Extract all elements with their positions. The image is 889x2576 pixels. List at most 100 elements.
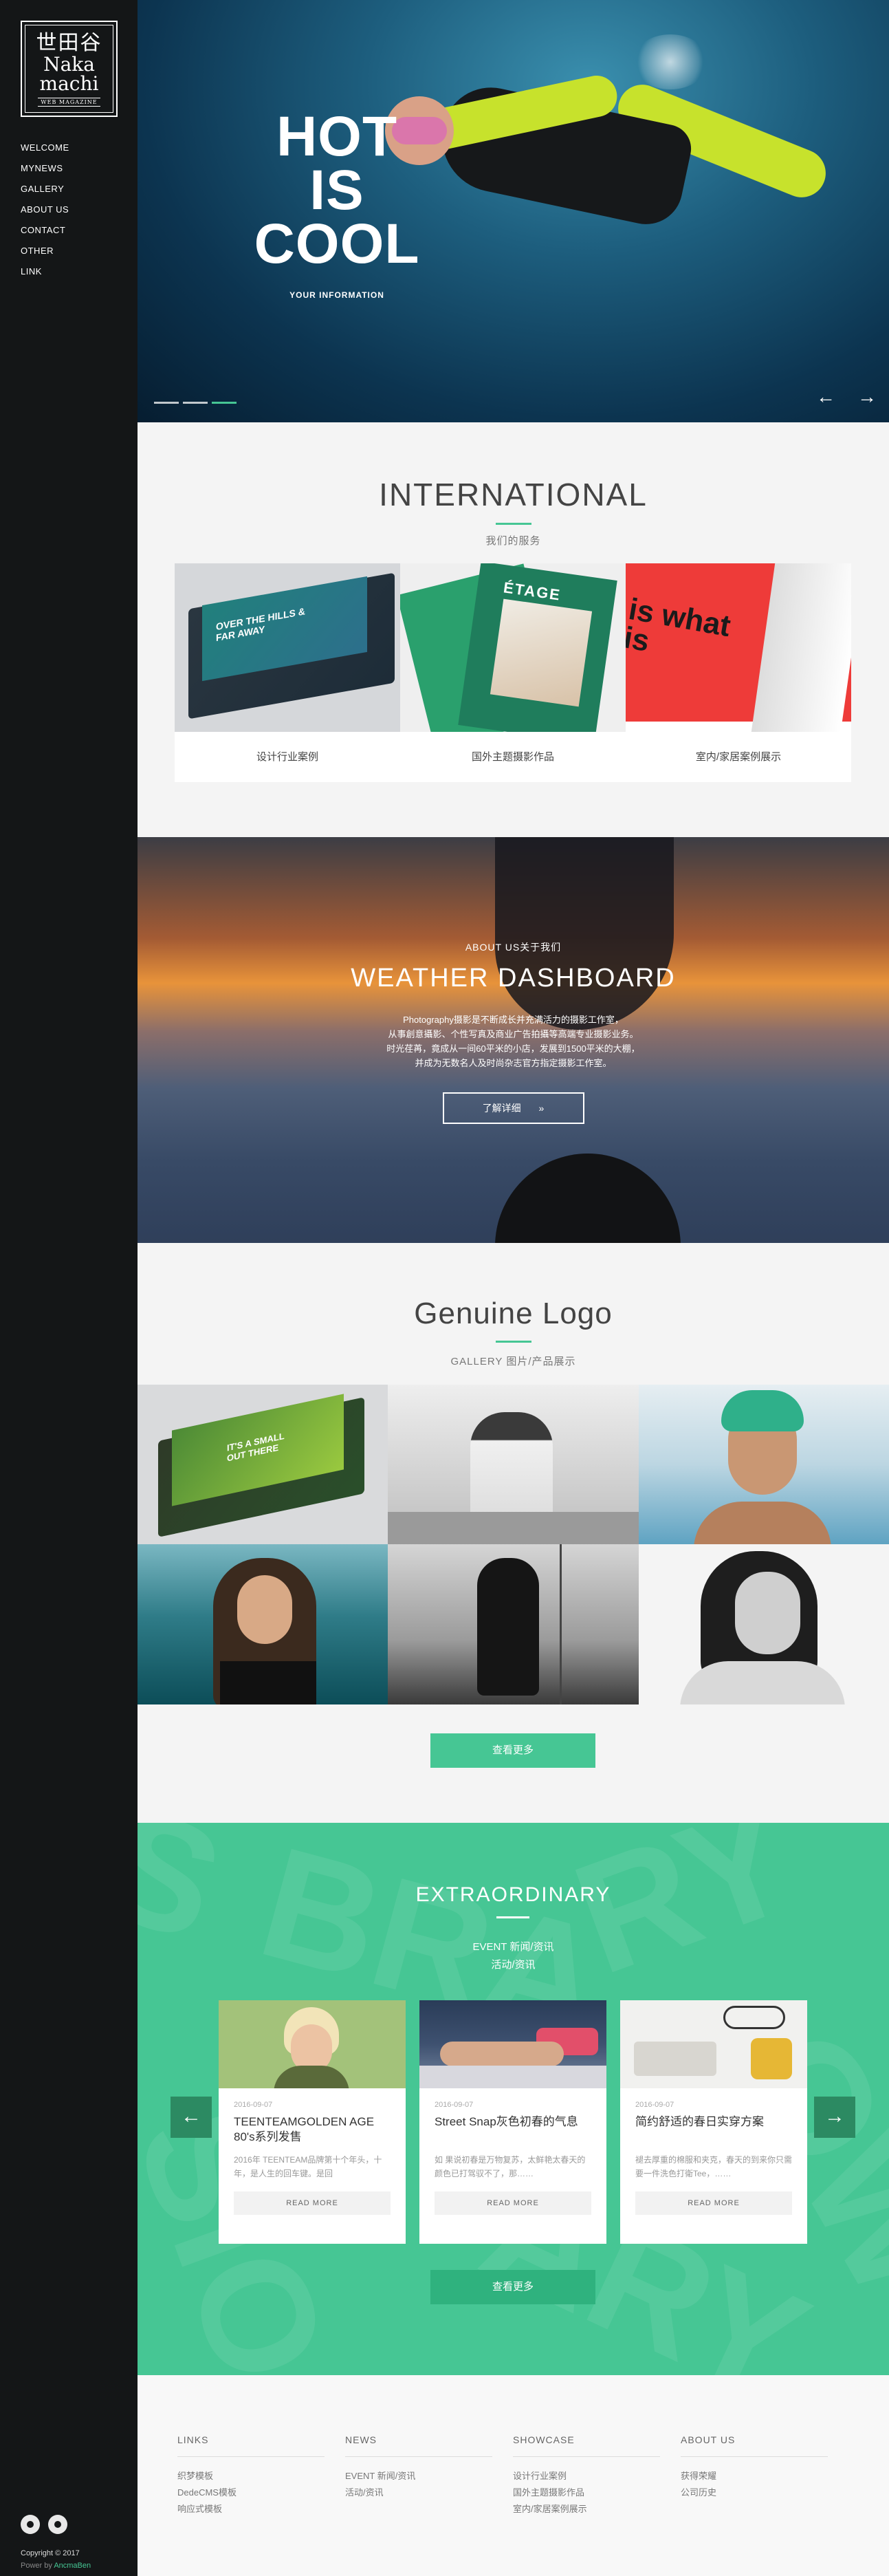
sea-woman-face bbox=[237, 1575, 292, 1644]
events-view-more-button[interactable]: 查看更多 bbox=[430, 2270, 595, 2304]
hero-pagination bbox=[154, 402, 237, 404]
footer-link[interactable]: 公司历史 bbox=[681, 2485, 828, 2501]
event-card-image bbox=[419, 2000, 606, 2088]
about-desc-line: Photography摄影是不断成长并充满活力的摄影工作室， bbox=[403, 1015, 624, 1025]
sea-woman-dress bbox=[220, 1661, 316, 1704]
reclining-figure bbox=[440, 2042, 564, 2066]
hero-dot-1[interactable] bbox=[154, 402, 179, 404]
nav-item-other[interactable]: OTHER bbox=[21, 243, 69, 264]
footer-link[interactable]: 活动/资讯 bbox=[345, 2485, 492, 2501]
hero-subtitle: YOUR INFORMATION bbox=[289, 290, 384, 300]
gallery-item[interactable] bbox=[138, 1544, 388, 1704]
events-subtitle-line2: 活动/资讯 bbox=[491, 1959, 536, 1971]
read-more-button[interactable]: READ MORE bbox=[234, 2191, 391, 2215]
service-card-label: 国外主题摄影作品 bbox=[471, 751, 554, 763]
bw-floor bbox=[388, 1512, 639, 1544]
event-excerpt: 褪去厚重的棉服和夹克，春天的到来你只需要一件洗色打衛Tee，…… bbox=[635, 2155, 792, 2178]
nav-item-about-us[interactable]: ABOUT US bbox=[21, 202, 69, 223]
double-chevron-right-icon: » bbox=[538, 1103, 545, 1114]
hero-title-line3: COOL bbox=[254, 213, 420, 275]
events-next-arrow-icon[interactable]: → bbox=[814, 2097, 855, 2138]
main-nav: WELCOME MYNEWS GALLERY ABOUT US CONTACT … bbox=[21, 140, 69, 285]
service-card[interactable]: is what is 室内/家居案例展示 bbox=[626, 563, 851, 782]
hero-next-arrow-icon[interactable]: → bbox=[857, 387, 877, 407]
about-kicker: ABOUT US关于我们 bbox=[465, 942, 562, 953]
sidebar-footer: Copyright © 2017 Power by AncmaBen bbox=[21, 2515, 91, 2572]
hero-dot-2[interactable] bbox=[183, 402, 208, 404]
room-sofa bbox=[634, 2042, 716, 2076]
gallery-grid: IT'S A SMALL OUT THERE bbox=[138, 1385, 889, 1704]
event-date: 2016-09-07 bbox=[234, 2101, 273, 2109]
hero-title-line2: IS bbox=[309, 159, 364, 221]
boat-figure bbox=[477, 1558, 539, 1696]
silhouette-head bbox=[495, 1154, 681, 1243]
service-cards: OVER THE HILLS & FAR AWAY 设计行业案例 ÉTAGE 国… bbox=[175, 563, 851, 782]
sidebar: 世田谷 Naka machi WEB MAGAZINE WELCOME MYNE… bbox=[0, 0, 138, 2576]
event-card-body: 2016-09-07 Street Snap灰色初春的气息 如 果说初春是万物复… bbox=[419, 2088, 606, 2215]
weibo-icon[interactable] bbox=[48, 2515, 67, 2534]
hero-dot-3[interactable] bbox=[212, 402, 237, 404]
international-divider bbox=[495, 523, 531, 525]
event-excerpt: 如 果说初春是万物复苏，太鲜艳太春天的颜色已打驾驭不了，那…… bbox=[435, 2155, 586, 2178]
hero-prev-arrow-icon[interactable]: ← bbox=[815, 387, 836, 407]
powered-by-link[interactable]: AncmaBen bbox=[54, 2562, 91, 2570]
about-desc-line: 从事創意攝影、个性写真及商业广告拍攝等高端专业摄影业务。 bbox=[388, 1029, 639, 1039]
event-title[interactable]: Street Snap灰色初春的气息 bbox=[435, 2114, 591, 2146]
logo-en-line2: machi bbox=[39, 72, 99, 95]
service-card[interactable]: ÉTAGE 国外主题摄影作品 bbox=[400, 563, 626, 782]
event-card-body: 2016-09-07 TEENTEAMGOLDEN AGE 80's系列发售 2… bbox=[219, 2088, 406, 2215]
boat-mast bbox=[560, 1544, 562, 1704]
site-logo[interactable]: 世田谷 Naka machi WEB MAGAZINE bbox=[21, 21, 118, 117]
footer-column-about: ABOUT US 获得荣耀 公司历史 bbox=[681, 2434, 828, 2501]
social-links bbox=[21, 2515, 91, 2537]
event-card[interactable]: 2016-09-07 Street Snap灰色初春的气息 如 果说初春是万物复… bbox=[419, 2000, 606, 2244]
gallery-item[interactable] bbox=[639, 1544, 889, 1704]
nav-item-contact[interactable]: CONTACT bbox=[21, 223, 69, 243]
footer-link[interactable]: DedeCMS模板 bbox=[177, 2485, 325, 2501]
gallery-item[interactable] bbox=[388, 1385, 639, 1544]
room-bicycle bbox=[723, 2006, 785, 2029]
gallery-item[interactable] bbox=[639, 1385, 889, 1544]
nav-item-gallery[interactable]: GALLERY bbox=[21, 182, 69, 202]
footer-link[interactable]: 响应式模板 bbox=[177, 2501, 325, 2518]
event-card-image bbox=[219, 2000, 406, 2088]
footer-link[interactable]: 获得荣耀 bbox=[681, 2468, 828, 2485]
hero-title-line1: HOT bbox=[276, 105, 398, 168]
service-card-label: 室内/家居案例展示 bbox=[695, 751, 782, 763]
event-title[interactable]: 简约舒适的春日实穿方案 bbox=[635, 2114, 792, 2146]
nav-item-welcome[interactable]: WELCOME bbox=[21, 140, 69, 161]
event-card-body: 2016-09-07 简约舒适的春日实穿方案 褪去厚重的棉服和夹克，春天的到来你… bbox=[620, 2088, 807, 2215]
bw-portrait-face bbox=[735, 1572, 800, 1654]
qq-icon[interactable] bbox=[21, 2515, 40, 2534]
footer-link[interactable]: 设计行业案例 bbox=[513, 2468, 660, 2485]
footer-link-list: 织梦模板 DedeCMS模板 响应式模板 bbox=[177, 2468, 325, 2518]
main-content: HOT IS COOL YOUR INFORMATION ← → INTERNA… bbox=[138, 0, 889, 2576]
read-more-button[interactable]: READ MORE bbox=[435, 2191, 591, 2215]
learn-more-button[interactable]: 了解详细 » bbox=[442, 1092, 584, 1124]
international-title: INTERNATIONAL bbox=[379, 477, 648, 512]
event-card[interactable]: 2016-09-07 简约舒适的春日实穿方案 褪去厚重的棉服和夹克，春天的到来你… bbox=[620, 2000, 807, 2244]
event-title[interactable]: TEENTEAMGOLDEN AGE 80's系列发售 bbox=[234, 2114, 391, 2146]
service-card[interactable]: OVER THE HILLS & FAR AWAY 设计行业案例 bbox=[175, 563, 400, 782]
footer-heading: LINKS bbox=[177, 2434, 325, 2457]
footer-column-news: NEWS EVENT 新闻/资讯 活动/资讯 bbox=[345, 2434, 492, 2501]
hero-slider: HOT IS COOL YOUR INFORMATION ← → bbox=[138, 0, 889, 422]
footer-link[interactable]: EVENT 新闻/资讯 bbox=[345, 2468, 492, 2485]
footer-link[interactable]: 国外主题摄影作品 bbox=[513, 2485, 660, 2501]
nav-item-mynews[interactable]: MYNEWS bbox=[21, 161, 69, 182]
gallery-view-more-button[interactable]: 查看更多 bbox=[430, 1733, 595, 1768]
read-more-button[interactable]: READ MORE bbox=[635, 2191, 792, 2215]
footer-link-list: EVENT 新闻/资讯 活动/资讯 bbox=[345, 2468, 492, 2501]
gallery-item[interactable]: IT'S A SMALL OUT THERE bbox=[138, 1385, 388, 1544]
nav-item-link[interactable]: LINK bbox=[21, 264, 69, 285]
bw-portrait-shoulders bbox=[680, 1661, 845, 1704]
copyright-text: Copyright © 2017 bbox=[21, 2549, 80, 2557]
footer-link-list: 获得荣耀 公司历史 bbox=[681, 2468, 828, 2501]
footer-link[interactable]: 织梦模板 bbox=[177, 2468, 325, 2485]
event-card[interactable]: 2016-09-07 TEENTEAMGOLDEN AGE 80's系列发售 2… bbox=[219, 2000, 406, 2244]
gallery-item[interactable] bbox=[388, 1544, 639, 1704]
events-prev-arrow-icon[interactable]: ← bbox=[171, 2097, 212, 2138]
footer-link[interactable]: 室内/家居案例展示 bbox=[513, 2501, 660, 2518]
portrait-shoulders bbox=[694, 1502, 831, 1544]
service-card-image: OVER THE HILLS & FAR AWAY bbox=[175, 563, 400, 732]
